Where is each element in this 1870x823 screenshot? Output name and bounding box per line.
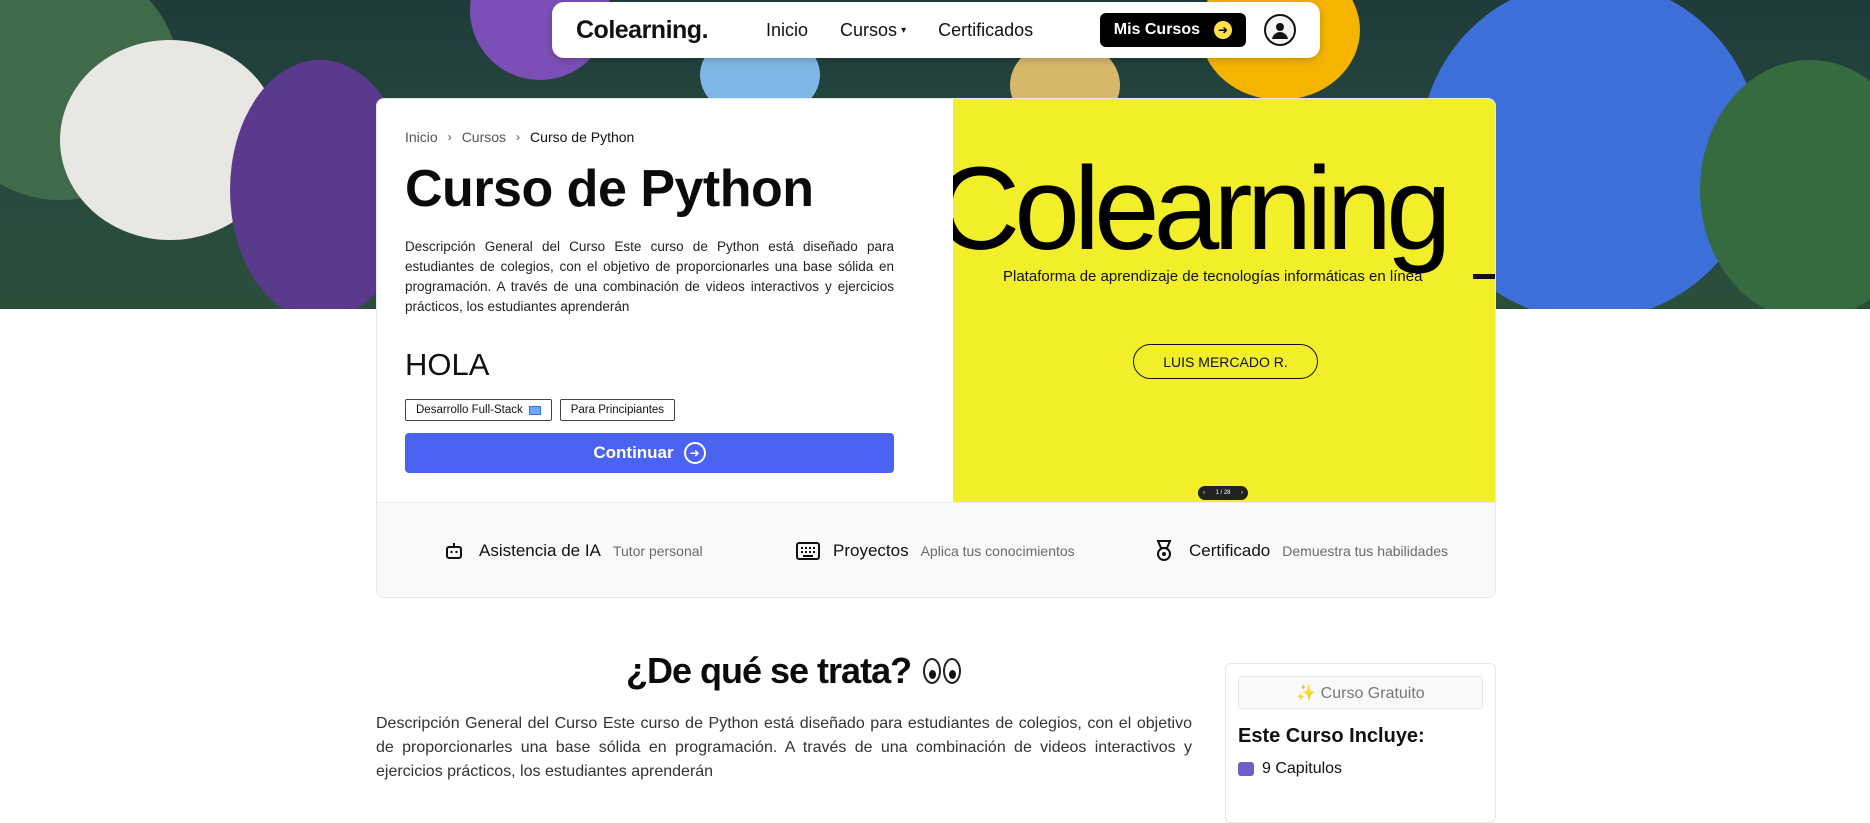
nav-link-label: Inicio (766, 19, 809, 40)
course-features: Asistencia de IA Tutor personal Proyecto… (377, 502, 1495, 597)
chapters-icon (1238, 762, 1254, 776)
keyboard-icon (795, 538, 821, 564)
course-subtitle: HOLA (405, 347, 490, 382)
my-courses-button[interactable]: Mis Cursos ➜ (1099, 13, 1246, 47)
course-info: Inicio › Cursos › Curso de Python Curso … (377, 99, 953, 502)
eyes-icon (923, 658, 962, 684)
section-heading: ¿De qué se trata? (626, 650, 962, 692)
nav-link-label: Cursos (840, 19, 898, 40)
preview-tagline: Plataforma de aprendizaje de tecnologías… (1003, 268, 1423, 285)
nav-link-inicio[interactable]: Inicio (766, 20, 808, 41)
feature-sub: Demuestra tus habilidades (1282, 543, 1449, 559)
preview-author-badge: LUIS MERCADO R. (1133, 344, 1318, 379)
course-preview[interactable]: Colearning Plataforma de aprendizaje de … (953, 99, 1495, 502)
brand-logo[interactable]: Colearning. (576, 16, 709, 45)
breadcrumb: Inicio › Cursos › Curso de Python (405, 129, 925, 145)
tag-beginners: Para Principiantes (559, 399, 676, 421)
tag-fullstack: Desarrollo Full-Stack (405, 399, 552, 421)
feature-name: Proyectos (833, 541, 909, 560)
continue-label: Continuar (593, 443, 674, 462)
chevron-right-icon: › (447, 130, 452, 144)
robot-icon (441, 538, 467, 564)
course-sidebar: ✨ Curso Gratuito Este Curso Incluye: 9 C… (1225, 663, 1496, 823)
page-title: Curso de Python (405, 160, 814, 218)
chevron-right-icon[interactable]: › (1241, 490, 1243, 496)
nav-link-label: Certificados (938, 19, 1034, 40)
breadcrumb-current: Curso de Python (530, 129, 635, 145)
top-navbar: Colearning. Inicio Cursos ▾ Certificados… (552, 2, 1320, 58)
feature-projects: Proyectos Aplica tus conocimientos (795, 538, 1075, 564)
nav-link-certificados[interactable]: Certificados (938, 20, 1033, 41)
tag-label: Para Principiantes (570, 404, 665, 416)
preview-pager[interactable]: ‹ 1 / 28 › (1198, 486, 1248, 500)
chevron-left-icon[interactable]: ‹ (1203, 490, 1205, 496)
preview-brand: Colearning (953, 143, 1452, 275)
section-description: Descripción General del Curso Este curso… (376, 715, 1192, 780)
my-courses-label: Mis Cursos (1113, 21, 1200, 38)
preview-decoration (1473, 274, 1495, 279)
section-heading-text: ¿De qué se trata? (626, 650, 912, 691)
include-item: 9 Capitulos (1238, 760, 1483, 778)
medal-icon (1151, 538, 1177, 564)
pager-label: 1 / 28 (1215, 490, 1231, 496)
user-icon (1272, 23, 1288, 39)
user-avatar[interactable] (1264, 14, 1296, 46)
free-course-badge: ✨ Curso Gratuito (1238, 676, 1483, 709)
breadcrumb-inicio[interactable]: Inicio (405, 129, 438, 145)
feature-ai: Asistencia de IA Tutor personal (441, 538, 703, 564)
chevron-down-icon: ▾ (901, 24, 907, 36)
arrow-right-circle-icon: ➜ (683, 442, 706, 464)
chevron-right-icon: › (516, 130, 521, 144)
includes-title: Este Curso Incluye: (1238, 725, 1425, 747)
feature-sub: Tutor personal (612, 543, 703, 559)
feature-sub: Aplica tus conocimientos (920, 543, 1075, 559)
computer-icon (528, 405, 541, 415)
nav-link-cursos[interactable]: Cursos ▾ (840, 20, 906, 41)
course-card: Inicio › Cursos › Curso de Python Curso … (376, 98, 1496, 598)
course-description: Descripción General del Curso Este curso… (405, 239, 894, 314)
feature-certificate: Certificado Demuestra tus habilidades (1151, 538, 1448, 564)
include-item-label: 9 Capitulos (1262, 760, 1343, 777)
feature-name: Asistencia de IA (479, 541, 601, 560)
breadcrumb-cursos[interactable]: Cursos (462, 129, 506, 145)
course-tags: Desarrollo Full-Stack Para Principiantes (405, 399, 925, 421)
tag-label: Desarrollo Full-Stack (416, 404, 523, 416)
feature-name: Certificado (1189, 541, 1271, 560)
arrow-right-icon: ➜ (1214, 21, 1232, 39)
continue-button[interactable]: Continuar ➜ (405, 433, 894, 473)
